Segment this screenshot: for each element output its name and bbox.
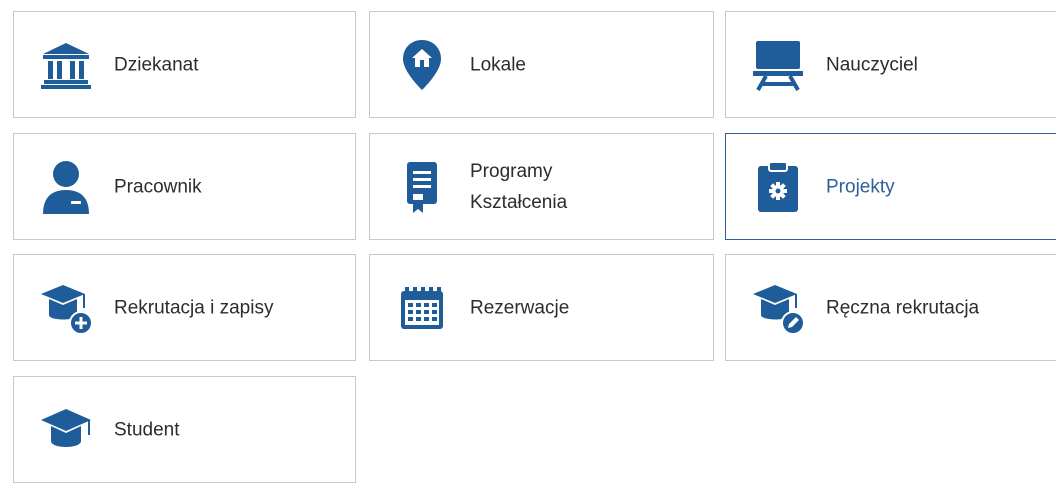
tile-label: Programy Kształcenia: [470, 160, 568, 213]
location-home-icon: [394, 37, 450, 93]
tile-lokale[interactable]: Lokale: [369, 11, 714, 118]
tile-label: Rekrutacja i zapisy: [114, 297, 274, 318]
graduation-cap-edit-icon: [750, 280, 806, 336]
employee-icon: [38, 159, 94, 215]
calendar-icon: [394, 280, 450, 336]
module-grid: Dziekanat Lokale Nauczyciel Pracownik Pr…: [0, 0, 1056, 483]
tile-label: Ręczna rekrutacja: [826, 297, 980, 318]
tile-label: Dziekanat: [114, 54, 199, 75]
tile-label: Student: [114, 419, 180, 440]
tile-label: Lokale: [470, 54, 526, 75]
tile-rezerwacje[interactable]: Rezerwacje: [369, 254, 714, 361]
tile-label: Projekty: [826, 176, 895, 197]
teacher-board-icon: [750, 37, 806, 93]
tile-pracownik[interactable]: Pracownik: [13, 133, 356, 240]
tile-label: Rezerwacje: [470, 297, 570, 318]
tile-reczna-rekrutacja[interactable]: Ręczna rekrutacja: [725, 254, 1056, 361]
clipboard-gear-icon: [750, 159, 806, 215]
university-icon: [38, 37, 94, 93]
tile-rekrutacja-i-zapisy[interactable]: Rekrutacja i zapisy: [13, 254, 356, 361]
graduation-cap-icon: [38, 402, 94, 458]
graduation-cap-plus-icon: [38, 280, 94, 336]
tile-projekty[interactable]: Projekty: [725, 133, 1056, 240]
tile-programy-ksztalcenia[interactable]: Programy Kształcenia: [369, 133, 714, 240]
tile-label: Nauczyciel: [826, 54, 918, 75]
tile-nauczyciel[interactable]: Nauczyciel: [725, 11, 1056, 118]
tile-student[interactable]: Student: [13, 376, 356, 483]
tile-label: Pracownik: [114, 176, 202, 197]
document-bookmark-icon: [394, 159, 450, 215]
tile-dziekanat[interactable]: Dziekanat: [13, 11, 356, 118]
